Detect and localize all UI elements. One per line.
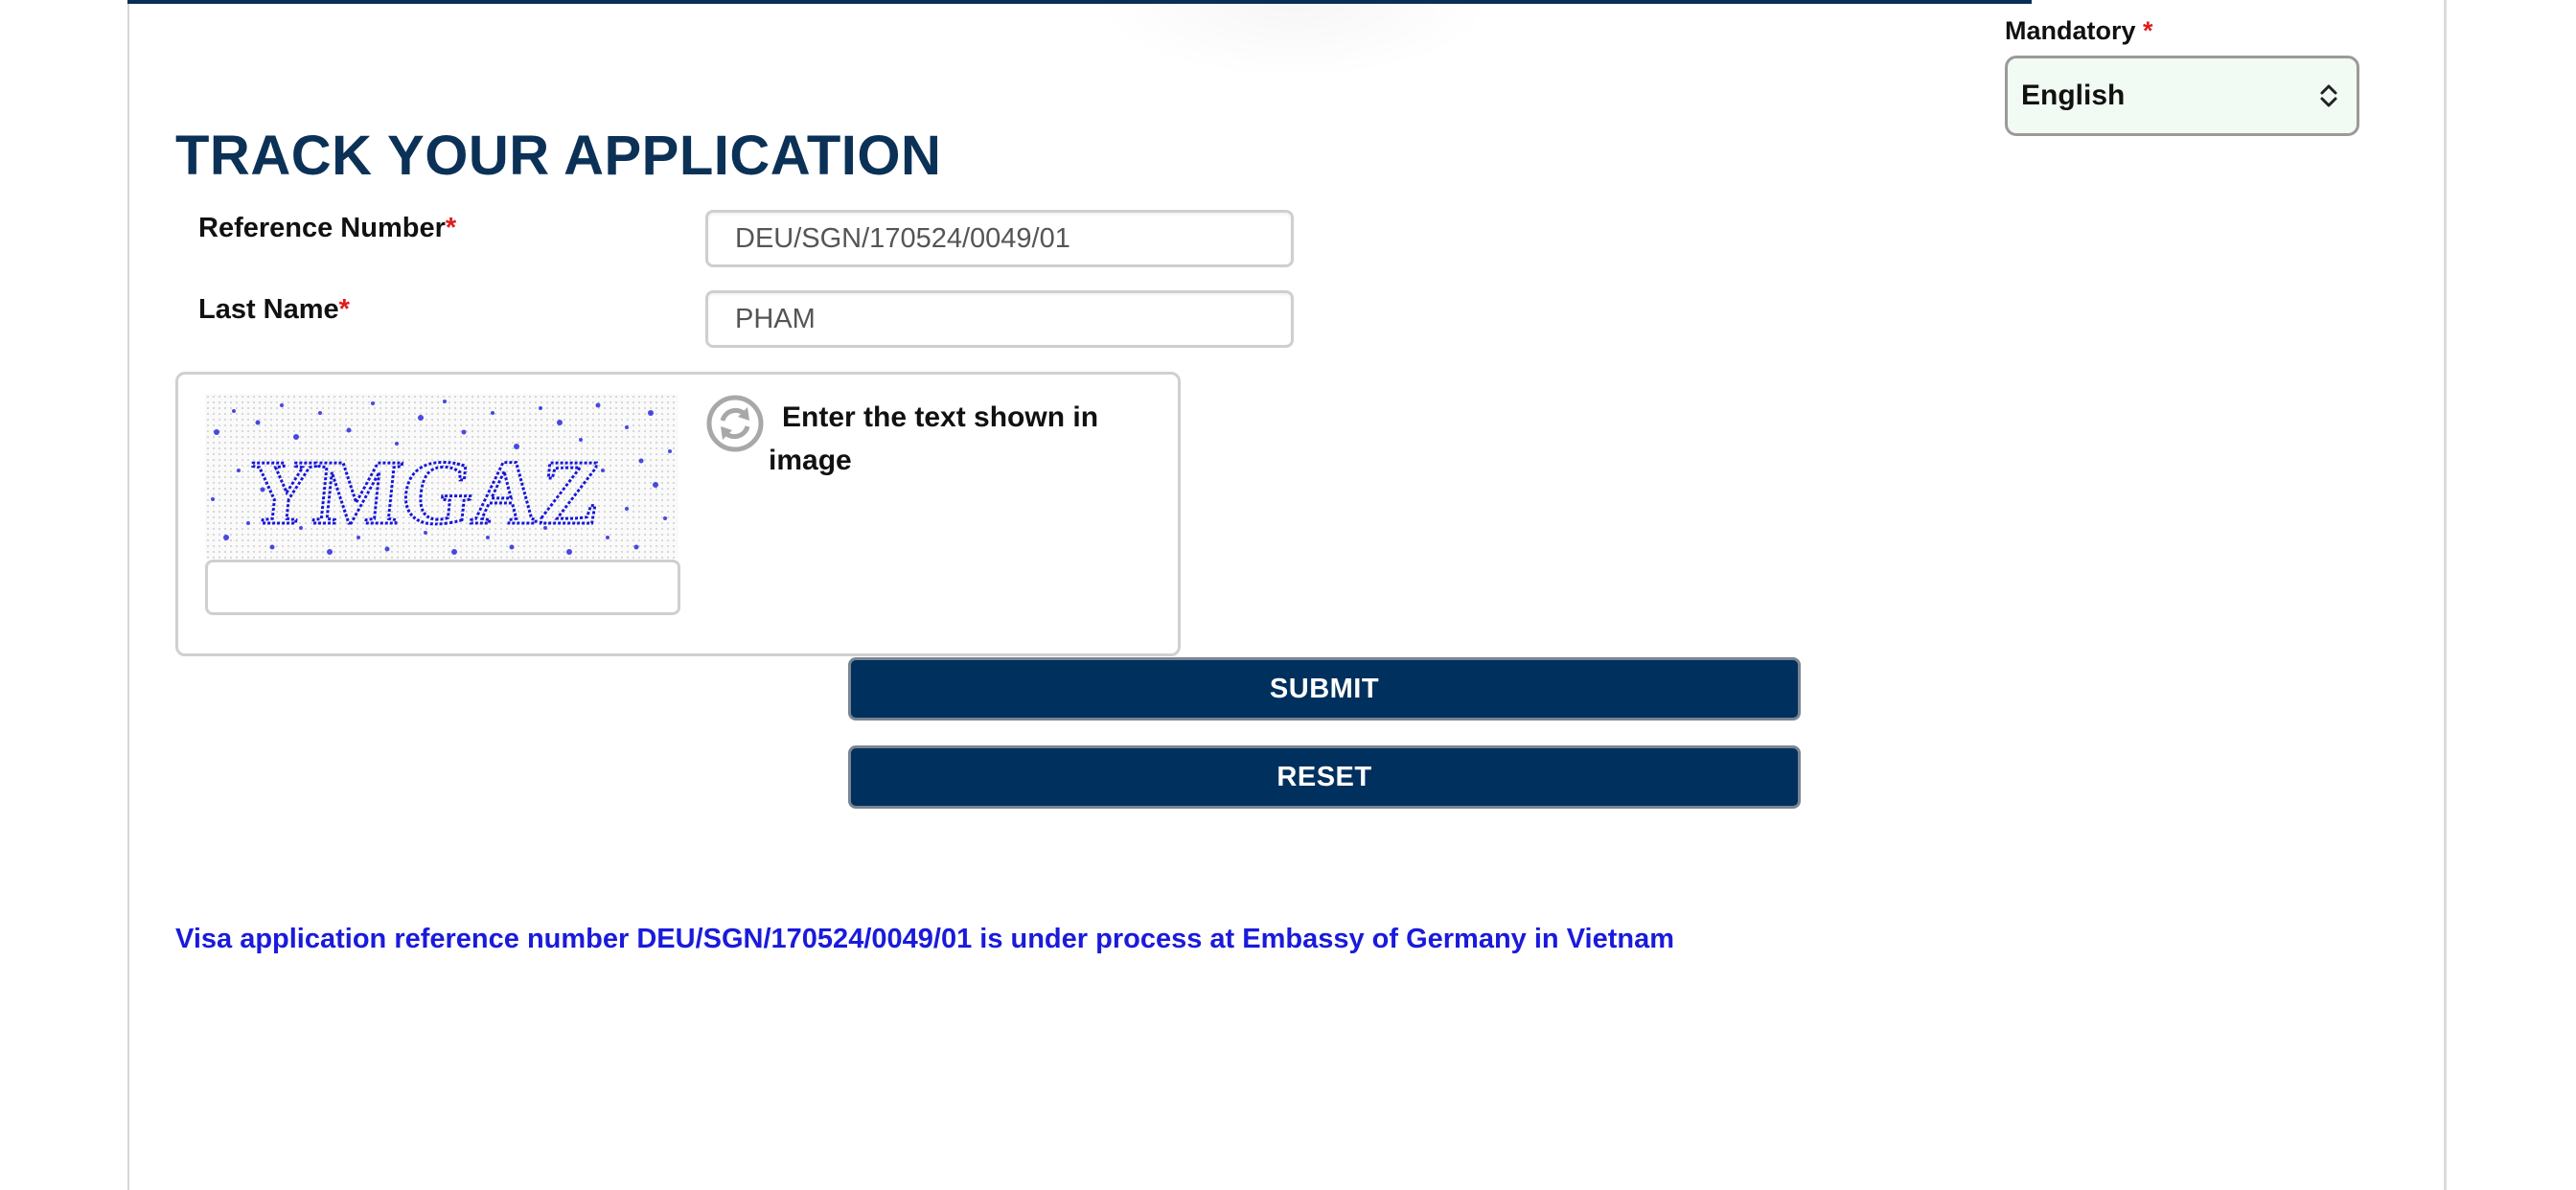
captcha-image: YMGAZ <box>205 394 678 559</box>
required-asterisk: * <box>445 213 457 243</box>
language-selected-value: English <box>2021 80 2126 111</box>
reference-number-label-text: Reference Number <box>198 213 446 243</box>
status-message: Visa application reference number DEU/SG… <box>175 924 1674 954</box>
language-label-text: Mandatory <box>2005 16 2136 45</box>
reference-number-label: Reference Number* <box>198 213 456 244</box>
header-shadow <box>1092 2 1495 79</box>
reset-button[interactable]: RESET <box>848 745 1801 809</box>
page-title: TRACK YOUR APPLICATION <box>175 125 942 187</box>
required-asterisk: * <box>338 294 350 325</box>
language-label: Mandatory * <box>2005 13 2359 48</box>
captcha-input[interactable] <box>205 560 680 615</box>
header-bar <box>127 0 2032 4</box>
submit-button[interactable]: SUBMIT <box>848 657 1801 721</box>
last-name-label-text: Last Name <box>198 294 339 325</box>
refresh-icon[interactable] <box>705 394 765 453</box>
last-name-input[interactable] <box>705 290 1294 348</box>
last-name-label: Last Name* <box>198 294 350 326</box>
reference-number-input[interactable] <box>705 210 1294 267</box>
captcha-panel: YMGAZ Enter the text shown in image <box>175 372 1181 656</box>
captcha-text: YMGAZ <box>243 441 607 543</box>
required-asterisk: * <box>2143 16 2153 45</box>
select-chevrons-icon <box>2320 84 2337 107</box>
captcha-hint: Enter the text shown in image <box>769 401 1099 476</box>
language-selector-block: Mandatory * English <box>2005 13 2359 136</box>
language-select[interactable]: English <box>2005 56 2359 136</box>
captcha-noise: YMGAZ <box>211 400 672 555</box>
